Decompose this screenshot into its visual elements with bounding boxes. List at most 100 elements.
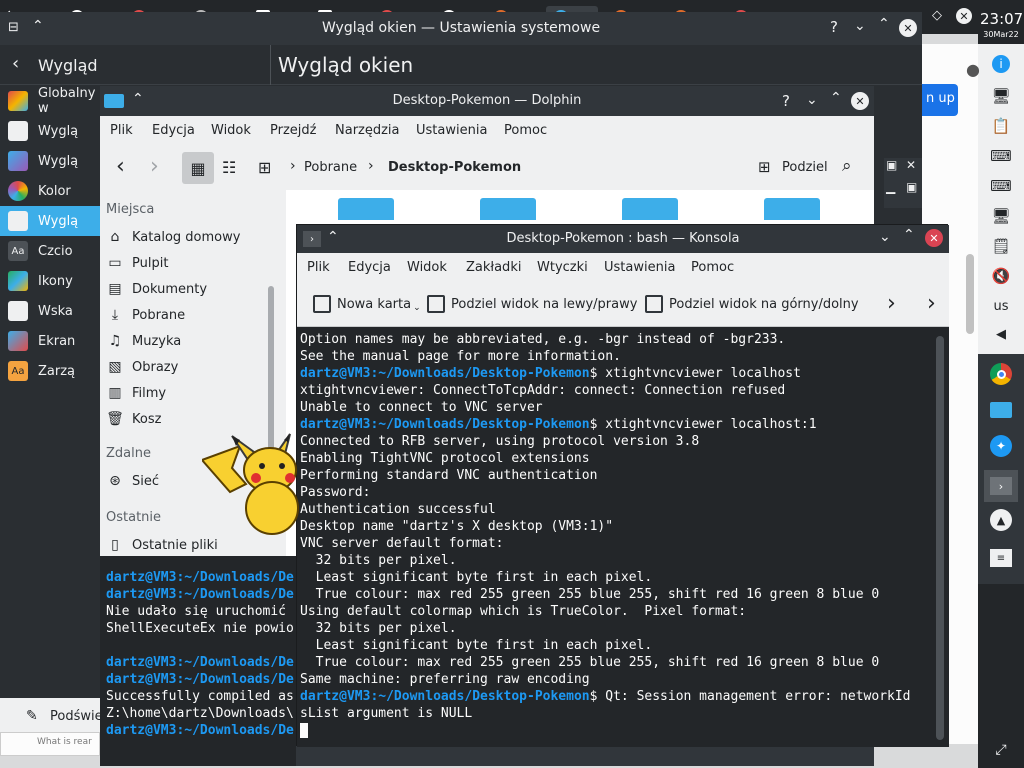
sidebar-item-splash-screen[interactable]: Ekran bbox=[0, 326, 100, 356]
overflow-arrow-icon[interactable]: › bbox=[927, 291, 936, 316]
sidebar-item-icons[interactable]: Ikony bbox=[0, 266, 100, 296]
info-icon[interactable]: i bbox=[989, 52, 1013, 76]
diamond-icon[interactable]: ◇ bbox=[932, 8, 942, 23]
profile-icon[interactable]: ● bbox=[966, 60, 980, 79]
split-left-right-button[interactable]: Podziel widok na lewy/prawy bbox=[427, 295, 637, 313]
menu-view[interactable]: Widok bbox=[211, 123, 251, 138]
collapse-arrow-icon[interactable]: ◀ bbox=[989, 322, 1013, 346]
search-icon[interactable]: ⌕ bbox=[842, 156, 852, 176]
help-icon[interactable]: ? bbox=[830, 18, 838, 36]
sidebar-item-cursors[interactable]: Wska bbox=[0, 296, 100, 326]
maximize-icon[interactable]: ⌃ bbox=[903, 227, 915, 243]
menu-view[interactable]: Widok bbox=[407, 260, 447, 275]
clock[interactable]: 23:07 bbox=[980, 10, 1023, 28]
close-circle-icon[interactable]: ✕ bbox=[956, 8, 972, 24]
menu-settings[interactable]: Ustawienia bbox=[416, 123, 487, 138]
back-label[interactable]: Wygląd bbox=[38, 56, 98, 75]
menu-plugins[interactable]: Wtyczki bbox=[537, 260, 588, 275]
folder-icon[interactable] bbox=[989, 398, 1013, 422]
minimize-icon[interactable]: ⌄ bbox=[854, 18, 866, 34]
pikachu-desktop-pet[interactable] bbox=[202, 432, 312, 536]
back-arrow-icon[interactable]: ‹ bbox=[12, 53, 19, 74]
konsole-terminal[interactable]: Option names may be abbreviated, e.g. -b… bbox=[297, 327, 949, 747]
konsole-scrollbar[interactable] bbox=[936, 336, 944, 740]
maximize-icon[interactable]: ⌃ bbox=[830, 90, 842, 106]
sidebar-item-font-management[interactable]: Aa Zarzą bbox=[0, 356, 100, 386]
discover-icon[interactable]: ✦ bbox=[989, 434, 1013, 458]
place-desktop[interactable]: ▭ Pulpit bbox=[106, 250, 276, 276]
breadcrumb-current[interactable]: Desktop-Pokemon bbox=[388, 160, 521, 175]
split-view-icon[interactable]: ⊞ bbox=[758, 158, 771, 176]
compact-view-icon[interactable]: ☷ bbox=[222, 158, 236, 177]
minimize-icon[interactable]: ⌄ bbox=[806, 92, 818, 108]
split-top-bottom-button[interactable]: Podziel widok na górny/dolny bbox=[645, 295, 859, 313]
menu-file[interactable]: Plik bbox=[307, 260, 330, 275]
close-icon[interactable]: ✕ bbox=[925, 229, 943, 247]
new-tab-label: Nowa karta bbox=[337, 296, 412, 312]
minimize-icon[interactable]: ⌄ bbox=[879, 229, 891, 245]
maximize-icon[interactable]: ▣ bbox=[886, 158, 897, 172]
place-pictures[interactable]: ▧ Obrazy bbox=[106, 354, 276, 380]
close-icon[interactable]: ✕ bbox=[899, 19, 917, 37]
back-icon[interactable]: ‹ bbox=[116, 154, 125, 179]
menu-bookmarks[interactable]: Zakładki bbox=[466, 260, 521, 275]
expand-icon[interactable]: ⤢ bbox=[989, 738, 1013, 762]
folder-icon[interactable] bbox=[480, 198, 536, 220]
menu-file[interactable]: Plik bbox=[110, 123, 133, 138]
sign-up-button[interactable]: n up bbox=[922, 84, 958, 116]
keyboard-alt-icon[interactable]: ⌨ bbox=[989, 174, 1013, 198]
maximize-icon[interactable]: ⌃ bbox=[878, 16, 890, 32]
line-text: Desktop name "dartz's X desktop (VM3:1)" bbox=[300, 519, 614, 534]
sidebar-item-plasma-style[interactable]: Wyglą bbox=[0, 146, 100, 176]
menu-help[interactable]: Pomoc bbox=[691, 260, 734, 275]
sidebar-item-application-style[interactable]: Wyglą bbox=[0, 116, 100, 146]
folder-icon[interactable] bbox=[622, 198, 678, 220]
place-music[interactable]: ♫ Muzyka bbox=[106, 328, 276, 354]
keyboard-layout[interactable]: us bbox=[989, 294, 1013, 318]
minimize-icon[interactable]: ▁ bbox=[886, 180, 895, 194]
chrome-icon[interactable] bbox=[989, 362, 1013, 386]
breadcrumb-downloads[interactable]: Pobrane bbox=[304, 160, 357, 175]
konsole-dock-icon[interactable]: › bbox=[984, 470, 1018, 502]
browser-search-field[interactable]: What is rear bbox=[0, 732, 100, 756]
folder-icon[interactable] bbox=[338, 198, 394, 220]
place-trash[interactable]: 🗑 Kosz bbox=[106, 406, 276, 432]
details-view-icon[interactable]: ⊞ bbox=[258, 158, 271, 177]
help-icon[interactable]: ? bbox=[782, 92, 790, 110]
keyboard-icon[interactable]: ⌨ bbox=[989, 144, 1013, 168]
menu-go[interactable]: Przejdź bbox=[270, 123, 316, 138]
place-videos[interactable]: ▥ Filmy bbox=[106, 380, 276, 406]
sidebar-item-window-decorations[interactable]: Wyglą bbox=[0, 206, 100, 236]
browser-scrollbar[interactable] bbox=[966, 254, 974, 334]
place-documents[interactable]: ▤ Dokumenty bbox=[106, 276, 276, 302]
close-icon[interactable]: ✕ bbox=[851, 92, 869, 110]
volume-muted-icon[interactable]: 🔇 bbox=[989, 264, 1013, 288]
terminal-line: dartz@VM3:~/Downloads/De bbox=[106, 570, 294, 585]
display-icon[interactable]: 🖥 bbox=[989, 204, 1013, 228]
place-home[interactable]: ⌂ Katalog domowy bbox=[106, 224, 276, 250]
menu-settings[interactable]: Ustawienia bbox=[604, 260, 675, 275]
overflow-arrow-icon[interactable]: › bbox=[887, 291, 896, 316]
forward-icon[interactable]: › bbox=[150, 154, 159, 179]
new-tab-button[interactable]: Nowa karta ⌄ bbox=[313, 295, 421, 313]
menu-tools[interactable]: Narzędzia bbox=[335, 123, 400, 138]
split-label[interactable]: Podziel bbox=[782, 160, 828, 175]
folder-icon[interactable] bbox=[764, 198, 820, 220]
place-downloads[interactable]: ⤓ Pobrane bbox=[106, 302, 276, 328]
sidebar-item-global-theme[interactable]: Globalny w bbox=[0, 86, 100, 116]
monitor-icon[interactable]: 🖥 bbox=[989, 84, 1013, 108]
notes-icon[interactable]: 🗒 bbox=[989, 234, 1013, 258]
icons-view-icon[interactable]: ▦ bbox=[182, 152, 214, 184]
menu-edit[interactable]: Edycja bbox=[152, 123, 195, 138]
settings-dock-icon[interactable]: ≡ bbox=[989, 546, 1013, 570]
restore-icon[interactable]: ▣ bbox=[906, 180, 917, 194]
image-viewer-icon[interactable]: ▲ bbox=[989, 508, 1013, 532]
line-text: Unable to connect to VNC server bbox=[300, 400, 543, 415]
sidebar-item-fonts[interactable]: Aa Czcio bbox=[0, 236, 100, 266]
sidebar-item-colors[interactable]: Kolor bbox=[0, 176, 100, 206]
menu-edit[interactable]: Edycja bbox=[348, 260, 391, 275]
clipboard-icon[interactable]: 📋 bbox=[989, 114, 1013, 138]
menu-help[interactable]: Pomoc bbox=[504, 123, 547, 138]
dolphin-terminal-panel[interactable]: dartz@VM3:~/Downloads/De dartz@VM3:~/Dow… bbox=[100, 556, 296, 766]
close-icon[interactable]: ✕ bbox=[906, 158, 916, 172]
